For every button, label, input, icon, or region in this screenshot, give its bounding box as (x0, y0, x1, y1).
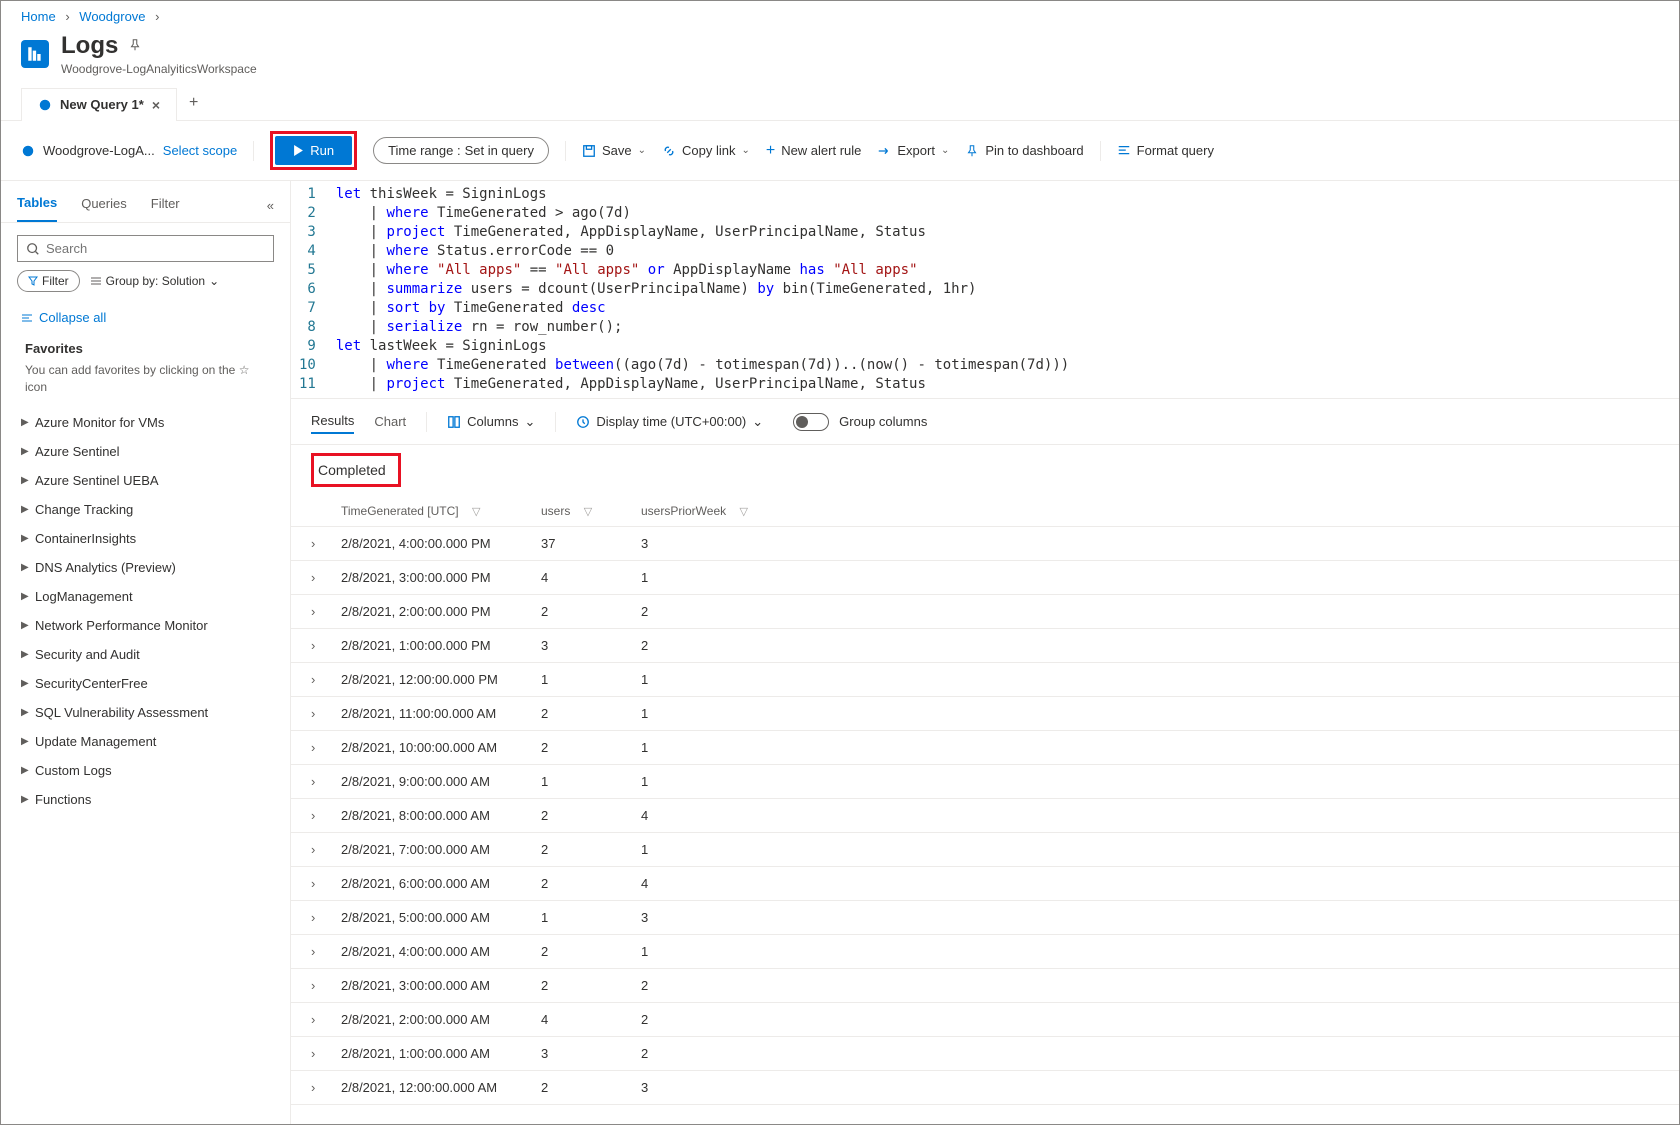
query-status: Completed (318, 462, 386, 478)
filter-icon[interactable]: ▽ (584, 506, 592, 518)
tree-item[interactable]: ▶Change Tracking (13, 495, 278, 524)
table-row[interactable]: ›2/8/2021, 7:00:00.000 AM21 (291, 833, 1679, 867)
table-row[interactable]: ›2/8/2021, 9:00:00.000 AM11 (291, 765, 1679, 799)
results-tab[interactable]: Results (311, 409, 354, 434)
clock-icon (576, 415, 590, 429)
chart-tab[interactable]: Chart (374, 410, 406, 433)
tree-item[interactable]: ▶ContainerInsights (13, 524, 278, 553)
collapse-all-icon (21, 313, 33, 323)
tree-item[interactable]: ▶DNS Analytics (Preview) (13, 553, 278, 582)
table-row[interactable]: ›2/8/2021, 11:00:00.000 AM21 (291, 697, 1679, 731)
copy-link-button[interactable]: Copy link⌄ (662, 143, 750, 158)
query-tab[interactable]: New Query 1* × (21, 88, 177, 121)
table-row[interactable]: ›2/8/2021, 5:00:00.000 AM13 (291, 901, 1679, 935)
new-tab-button[interactable]: + (177, 86, 210, 120)
table-row[interactable]: ›2/8/2021, 4:00:00.000 PM373 (291, 527, 1679, 561)
table-row[interactable]: ›2/8/2021, 4:00:00.000 AM21 (291, 935, 1679, 969)
select-scope-link[interactable]: Select scope (163, 143, 237, 158)
tree-item[interactable]: ▶LogManagement (13, 582, 278, 611)
run-button[interactable]: Run (275, 136, 352, 165)
favorites-heading: Favorites (25, 341, 266, 356)
page-subtitle: Woodgrove-LogAnalyiticsWorkspace (61, 62, 257, 76)
tree-item[interactable]: ▶SecurityCenterFree (13, 669, 278, 698)
plus-icon: + (766, 142, 775, 160)
query-editor[interactable]: let thisWeek = SigninLogs | where TimeGe… (328, 181, 1679, 398)
tree-item[interactable]: ▶Network Performance Monitor (13, 611, 278, 640)
breadcrumb-home[interactable]: Home (21, 9, 56, 24)
tree-item[interactable]: ▶Azure Sentinel (13, 437, 278, 466)
filter-icon[interactable]: ▽ (739, 506, 747, 518)
col-header-time[interactable]: TimeGenerated [UTC] ▽ (341, 504, 541, 518)
tab-tables[interactable]: Tables (17, 189, 57, 222)
col-header-users[interactable]: users ▽ (541, 504, 641, 518)
columns-button[interactable]: Columns⌄ (447, 414, 535, 430)
table-row[interactable]: ›2/8/2021, 6:00:00.000 AM24 (291, 867, 1679, 901)
filter-icon[interactable]: ▽ (472, 506, 480, 518)
tab-queries[interactable]: Queries (81, 190, 127, 221)
pin-dashboard-button[interactable]: Pin to dashboard (965, 143, 1083, 158)
format-query-button[interactable]: Format query (1117, 143, 1214, 158)
groupby-icon (90, 276, 102, 286)
table-row[interactable]: ›2/8/2021, 2:00:00.000 AM42 (291, 1003, 1679, 1037)
query-tab-label: New Query 1* (60, 97, 144, 112)
table-row[interactable]: ›2/8/2021, 1:00:00.000 AM32 (291, 1037, 1679, 1071)
display-time-dropdown[interactable]: Display time (UTC+00:00)⌄ (576, 414, 763, 430)
search-icon (26, 242, 40, 256)
scope-icon (21, 144, 35, 158)
collapse-sidebar-icon[interactable]: « (267, 198, 274, 213)
groupby-dropdown[interactable]: Group by: Solution ⌄ (90, 274, 219, 288)
table-row[interactable]: ›2/8/2021, 8:00:00.000 AM24 (291, 799, 1679, 833)
breadcrumb-workspace[interactable]: Woodgrove (79, 9, 145, 24)
pin-icon[interactable] (128, 38, 142, 55)
close-tab-icon[interactable]: × (152, 97, 160, 113)
link-icon (662, 144, 676, 158)
filter-icon (28, 276, 38, 286)
group-columns-label: Group columns (839, 414, 927, 429)
table-row[interactable]: ›2/8/2021, 1:00:00.000 PM32 (291, 629, 1679, 663)
table-row[interactable]: ›2/8/2021, 3:00:00.000 PM41 (291, 561, 1679, 595)
collapse-all-link[interactable]: Collapse all (1, 302, 290, 333)
new-alert-button[interactable]: + New alert rule (766, 142, 862, 160)
tree-item[interactable]: ▶Azure Sentinel UEBA (13, 466, 278, 495)
save-icon (582, 144, 596, 158)
breadcrumb: Home › Woodgrove › (1, 1, 1679, 28)
tree-item[interactable]: ▶Security and Audit (13, 640, 278, 669)
tab-filter[interactable]: Filter (151, 190, 180, 221)
save-button[interactable]: Save⌄ (582, 143, 646, 158)
scope-label: Woodgrove-LogA... (43, 143, 155, 158)
tree-item[interactable]: ▶SQL Vulnerability Assessment (13, 698, 278, 727)
export-icon (877, 144, 891, 158)
query-tab-icon (38, 98, 52, 112)
filter-pill[interactable]: Filter (17, 270, 80, 292)
export-button[interactable]: Export⌄ (877, 143, 949, 158)
page-title: Logs (61, 32, 118, 60)
tree-item[interactable]: ▶Functions (13, 785, 278, 814)
search-input[interactable] (46, 241, 265, 256)
columns-icon (447, 415, 461, 429)
tree-item[interactable]: ▶Azure Monitor for VMs (13, 408, 278, 437)
col-header-prior[interactable]: usersPriorWeek ▽ (641, 504, 781, 518)
favorites-desc: You can add favorites by clicking on the… (25, 362, 266, 396)
table-row[interactable]: ›2/8/2021, 2:00:00.000 PM22 (291, 595, 1679, 629)
pin-icon (965, 144, 979, 158)
time-range-picker[interactable]: Time range : Set in query (373, 137, 549, 164)
format-icon (1117, 144, 1131, 158)
play-icon (293, 145, 304, 156)
tree-item[interactable]: ▶Custom Logs (13, 756, 278, 785)
table-row[interactable]: ›2/8/2021, 12:00:00.000 PM11 (291, 663, 1679, 697)
table-row[interactable]: ›2/8/2021, 12:00:00.000 AM23 (291, 1071, 1679, 1105)
logs-icon (21, 40, 49, 68)
group-columns-toggle[interactable] (793, 413, 829, 431)
tree-item[interactable]: ▶Update Management (13, 727, 278, 756)
search-input-wrapper[interactable] (17, 235, 274, 262)
table-row[interactable]: ›2/8/2021, 3:00:00.000 AM22 (291, 969, 1679, 1003)
table-row[interactable]: ›2/8/2021, 10:00:00.000 AM21 (291, 731, 1679, 765)
